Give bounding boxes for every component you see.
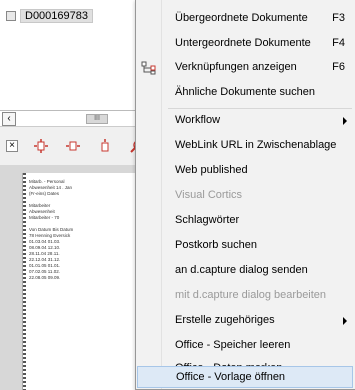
menu-item-create-related[interactable]: Erstelle zugehöriges: [137, 310, 353, 332]
menu-item-similar-documents[interactable]: Ähnliche Dokumente suchen: [137, 82, 353, 104]
menu-item-workflow[interactable]: Workflow: [137, 110, 353, 132]
menu-item-label: Erstelle zugehöriges: [175, 314, 275, 326]
menu-item-label: Workflow: [175, 114, 221, 126]
link-tree-icon: [141, 61, 157, 75]
menu-item-visual-cortics: Visual Cortics: [137, 185, 353, 207]
menu-item-label: Web published: [175, 164, 248, 176]
menu-item-label: Verknüpfungen anzeigen: [175, 61, 297, 73]
submenu-arrow-icon: [343, 317, 347, 325]
menu-item-label: an d.capture dialog senden: [175, 264, 308, 276]
document-titlebar: D000169783: [0, 0, 150, 34]
menu-separator: [168, 108, 352, 109]
close-icon[interactable]: ×: [6, 140, 18, 152]
menu-item-label: mit d.capture dialog bearbeiten: [175, 289, 327, 301]
menu-item-web-published[interactable]: Web published: [137, 160, 353, 182]
document-title: D000169783: [20, 9, 94, 23]
document-preview-area: Mitarb. - Personal Abwesenheit 14 . Jan …: [0, 165, 150, 390]
document-tab[interactable]: D000169783: [6, 8, 94, 24]
page-down-icon[interactable]: [96, 137, 114, 155]
menu-item-search-inbox[interactable]: Postkorb suchen: [137, 235, 353, 257]
context-menu: Übergeordnete Dokumente F3 Untergeordnet…: [135, 0, 355, 390]
navigate-icon[interactable]: [32, 137, 50, 155]
menu-item-send-to-dcapture[interactable]: an d.capture dialog senden: [137, 260, 353, 282]
menu-item-label: Übergeordnete Dokumente: [175, 12, 308, 24]
menu-item-office-clear-memory[interactable]: Office - Speicher leeren: [137, 335, 353, 357]
scroll-left-icon[interactable]: ‹: [2, 111, 16, 126]
document-icon: [6, 11, 16, 21]
doc-line: 22.08.05 09.09.: [29, 275, 61, 280]
menu-item-keywords[interactable]: Schlagwörter: [137, 210, 353, 232]
page-nav-icon[interactable]: [64, 137, 82, 155]
menu-item-shortcut: F4: [332, 37, 345, 49]
menu-item-edit-with-dcapture: mit d.capture dialog bearbeiten: [137, 285, 353, 307]
menu-item-show-links[interactable]: Verknüpfungen anzeigen F6: [137, 57, 353, 79]
menu-item-label: Postkorb suchen: [175, 239, 257, 251]
document-page: Mitarb. - Personal Abwesenheit 14 . Jan …: [22, 173, 150, 390]
viewer-toolbar: ×: [0, 129, 150, 163]
submenu-arrow-icon: [343, 117, 347, 125]
menu-item-label: Schlagwörter: [175, 214, 240, 226]
menu-item-parent-documents[interactable]: Übergeordnete Dokumente F3: [137, 8, 353, 30]
menu-item-shortcut: F6: [332, 61, 345, 73]
menu-item-office-open-template[interactable]: Office - Vorlage öffnen: [137, 366, 353, 388]
page-edge-marker: [23, 173, 26, 390]
menu-item-shortcut: F3: [332, 12, 345, 24]
menu-item-label: WebLink URL in Zwischenablage: [175, 139, 337, 151]
scroll-thumb[interactable]: III: [86, 113, 108, 124]
menu-item-label: Untergeordnete Dokumente: [175, 37, 311, 49]
horizontal-scrollbar[interactable]: ‹ III: [0, 111, 150, 127]
menu-item-label: Visual Cortics: [175, 189, 243, 201]
menu-item-label: Ähnliche Dokumente suchen: [175, 86, 316, 98]
menu-item-label: Office - Vorlage öffnen: [176, 371, 286, 383]
menu-item-label: Office - Speicher leeren: [175, 339, 291, 351]
menu-item-child-documents[interactable]: Untergeordnete Dokumente F4: [137, 33, 353, 55]
viewer-panel: ‹ III × Mitarb. - Personal Abwesenheit 1…: [0, 110, 150, 390]
menu-item-weblink-url[interactable]: WebLink URL in Zwischenablage: [137, 135, 353, 157]
